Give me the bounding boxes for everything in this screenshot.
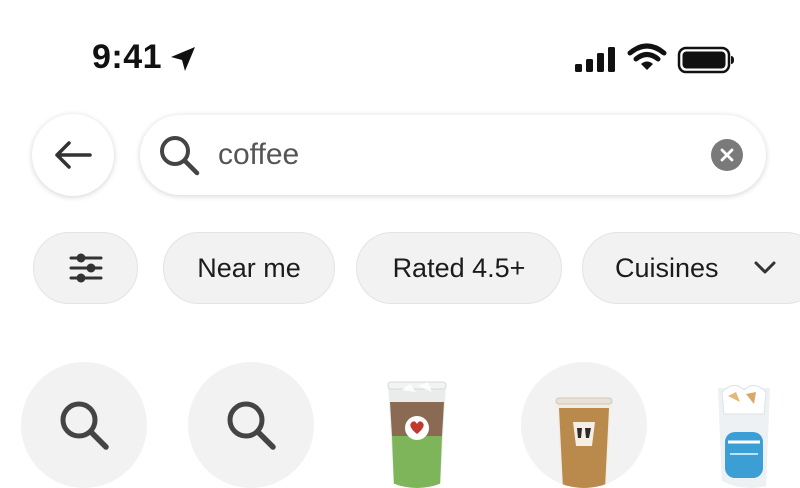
search-icon [227,401,276,450]
rated-chip[interactable]: Rated 4.5+ [356,232,562,304]
status-time: 9:41 [92,38,163,76]
matcha-latte-image [387,381,447,488]
suggestion-search-1[interactable] [21,362,147,488]
filter-options-button[interactable] [33,232,138,304]
suggestion-mccafe-iced-coffee[interactable] [521,362,647,488]
search-bar[interactable] [140,115,766,195]
cuisines-dropdown[interactable]: Cuisines [582,232,800,304]
clear-search-button[interactable] [711,139,743,171]
back-arrow-icon [55,141,92,169]
suggestion-search-2[interactable] [188,362,314,488]
suggestion-matcha-latte[interactable] [354,362,480,488]
search-icon [160,136,200,176]
clear-icon [720,148,734,162]
chevron-down-icon [754,261,776,274]
search-input[interactable] [218,133,688,177]
near-me-chip[interactable]: Near me [163,232,335,304]
chip-label: Cuisines [615,252,719,283]
chip-label: Near me [197,252,301,283]
mccafe-iced-coffee-image [555,397,613,488]
cellular-signal-icon [575,47,615,72]
wifi-icon [627,43,667,70]
suggestion-iced-drink[interactable] [688,362,800,488]
search-icon [60,401,109,450]
iced-drink-image [718,385,770,488]
chip-label: Rated 4.5+ [392,252,526,283]
location-arrow-icon [171,47,195,71]
sliders-icon [69,253,102,283]
back-button[interactable] [32,114,114,196]
battery-icon [677,46,734,74]
